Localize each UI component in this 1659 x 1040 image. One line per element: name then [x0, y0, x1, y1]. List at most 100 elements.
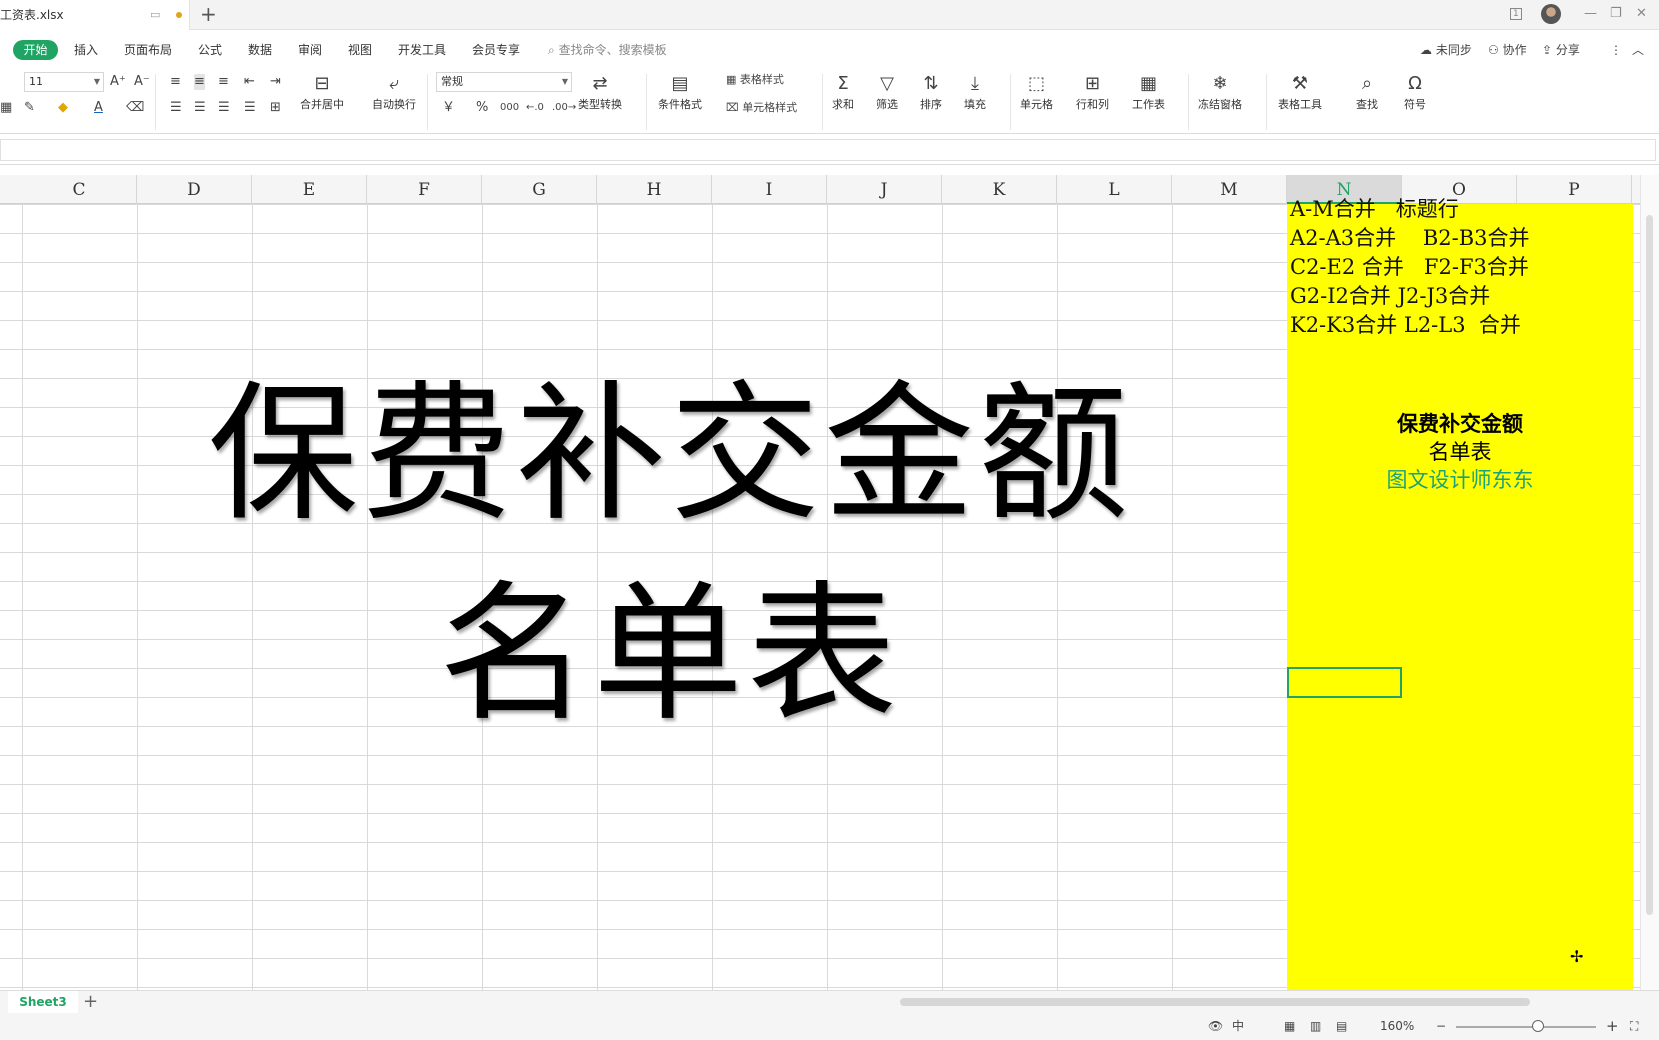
table-style-button[interactable]: ▦ 表格样式	[726, 72, 784, 88]
tab-screen-icon[interactable]: ▭	[150, 9, 160, 20]
tab-view[interactable]: 视图	[348, 41, 372, 59]
share-label: 分享	[1555, 43, 1580, 57]
more-icon[interactable]: ⋮	[1610, 41, 1622, 59]
eye-protection-icon[interactable]: 👁	[1208, 1018, 1223, 1034]
find-button[interactable]: ⌕ 查找	[1356, 74, 1378, 112]
tab-page-layout[interactable]: 页面布局	[124, 41, 172, 59]
merged-title-cell[interactable]: 保费补交金额 名单表	[180, 355, 1160, 755]
sync-button[interactable]: ☁ 未同步	[1420, 41, 1472, 59]
command-search[interactable]: ⌕ 查找命令、搜索模板	[548, 41, 667, 59]
freeze-button[interactable]: ❄ 冻结窗格	[1198, 74, 1242, 112]
status-bar: 👁 中 ▦ ▥ ▤ 160% − + ⛶	[0, 1013, 1659, 1040]
workspace-icon[interactable]: 1	[1510, 8, 1522, 20]
close-button[interactable]: ✕	[1636, 6, 1647, 22]
decrease-decimal-button[interactable]: .00→	[552, 100, 576, 116]
format-painter-icon[interactable]: ✎	[24, 100, 35, 116]
fill-color-icon[interactable]: ◆	[58, 100, 68, 116]
column-header-h[interactable]: H	[597, 175, 712, 204]
conditional-format-button[interactable]: ▤ 条件格式	[658, 74, 702, 112]
align-right-icon[interactable]: ☰	[218, 100, 230, 116]
align-middle-icon[interactable]: ≡	[194, 74, 205, 90]
font-color-icon[interactable]: A	[94, 100, 103, 116]
page-break-view-icon[interactable]: ▤	[1336, 1018, 1347, 1034]
column-header-m[interactable]: M	[1172, 175, 1287, 204]
page-layout-view-icon[interactable]: ▥	[1310, 1018, 1321, 1034]
tab-home[interactable]: 开始	[13, 40, 58, 60]
distribute-icon[interactable]: ⊞	[270, 100, 281, 116]
table-style-icon: ▦	[726, 73, 737, 86]
collapse-ribbon-icon[interactable]: ︿	[1632, 41, 1644, 59]
currency-button[interactable]: ￥	[442, 100, 455, 116]
tab-formulas[interactable]: 公式	[198, 41, 222, 59]
column-header-p[interactable]: P	[1517, 175, 1632, 204]
tab-review[interactable]: 审阅	[298, 41, 322, 59]
merge-center-button[interactable]: ⊟ 合并居中	[300, 74, 344, 112]
clear-format-icon[interactable]: ⌫	[126, 100, 144, 116]
column-header-c[interactable]: C	[22, 175, 137, 204]
tab-insert[interactable]: 插入	[74, 41, 98, 59]
zoom-out-button[interactable]: −	[1436, 1018, 1446, 1034]
horizontal-scrollbar[interactable]	[900, 998, 1530, 1006]
input-method-icon[interactable]: 中	[1232, 1018, 1244, 1034]
zoom-slider-thumb[interactable]	[1532, 1020, 1544, 1032]
column-header-l[interactable]: L	[1057, 175, 1172, 204]
document-tab[interactable]: 工资表.xlsx ▭	[0, 0, 190, 30]
symbol-button[interactable]: Ω 符号	[1404, 74, 1426, 112]
column-header-d[interactable]: D	[137, 175, 252, 204]
minimize-button[interactable]: —	[1584, 6, 1597, 22]
border-icon[interactable]: ▦	[0, 100, 12, 116]
increase-decimal-button[interactable]: ←.0	[526, 100, 544, 116]
tab-member[interactable]: 会员专享	[472, 41, 520, 59]
collab-button[interactable]: ⚇ 协作	[1488, 41, 1527, 59]
outdent-icon[interactable]: ⇤	[244, 74, 255, 90]
sheet-tab-active[interactable]: Sheet3	[8, 991, 78, 1014]
row-col-button[interactable]: ⊞ 行和列	[1076, 74, 1109, 112]
filter-button[interactable]: ▽ 筛选	[876, 74, 898, 112]
decrease-font-icon[interactable]: A⁻	[134, 74, 150, 90]
column-header-g[interactable]: G	[482, 175, 597, 204]
type-convert-button[interactable]: ⇄ 类型转换	[578, 74, 622, 112]
column-header-k[interactable]: K	[942, 175, 1057, 204]
percent-button[interactable]: %	[476, 100, 488, 116]
sum-button[interactable]: Σ 求和	[832, 74, 854, 112]
sort-button[interactable]: ⇅ 排序	[920, 74, 942, 112]
cell-style-button[interactable]: ⌧ 单元格样式	[726, 100, 797, 116]
zoom-slider[interactable]	[1456, 1026, 1596, 1028]
separator	[155, 74, 156, 130]
scroll-thumb[interactable]	[1646, 215, 1653, 915]
align-left-icon[interactable]: ☰	[170, 100, 182, 116]
table-tools-button[interactable]: ⚒ 表格工具	[1278, 74, 1322, 112]
indent-icon[interactable]: ⇥	[270, 74, 281, 90]
spreadsheet-grid[interactable]: CDEFGHIJKLMNOP 保费补交金额 名单表 A-M合并 标题行 A2-A…	[0, 175, 1640, 990]
column-header-f[interactable]: F	[367, 175, 482, 204]
zoom-in-button[interactable]: +	[1606, 1018, 1619, 1034]
tab-developer[interactable]: 开发工具	[398, 41, 446, 59]
avatar[interactable]	[1541, 4, 1561, 24]
column-header-j[interactable]: J	[827, 175, 942, 204]
vertical-scrollbar[interactable]	[1640, 175, 1659, 990]
share-button[interactable]: ⇪ 分享	[1542, 41, 1580, 59]
align-bottom-icon[interactable]: ≡	[218, 74, 229, 90]
number-format-select[interactable]: 常规 ▼	[436, 72, 572, 92]
worksheet-button[interactable]: ▦ 工作表	[1132, 74, 1165, 112]
formula-input[interactable]	[0, 139, 1656, 161]
fullscreen-icon[interactable]: ⛶	[1630, 1018, 1638, 1034]
column-header-i[interactable]: I	[712, 175, 827, 204]
wrap-text-button[interactable]: ⤶ 自动换行	[372, 74, 416, 112]
align-top-icon[interactable]: ≡	[170, 74, 181, 90]
restore-button[interactable]: ❐	[1610, 6, 1622, 22]
add-sheet-button[interactable]: +	[83, 991, 98, 1013]
zoom-level[interactable]: 160%	[1380, 1018, 1414, 1034]
cell-button[interactable]: ⬚ 单元格	[1020, 74, 1053, 112]
new-tab-button[interactable]: +	[200, 3, 217, 25]
increase-font-icon[interactable]: A⁺	[110, 74, 126, 90]
column-header-e[interactable]: E	[252, 175, 367, 204]
align-center-icon[interactable]: ☰	[194, 100, 206, 116]
tab-data[interactable]: 数据	[248, 41, 272, 59]
justify-icon[interactable]: ☰	[244, 100, 256, 116]
selected-cell[interactable]	[1287, 667, 1402, 698]
fill-button[interactable]: ⤓ 填充	[964, 74, 986, 112]
normal-view-icon[interactable]: ▦	[1284, 1018, 1295, 1034]
font-size-select[interactable]: 11 ▼	[24, 72, 104, 92]
thousands-button[interactable]: 000	[500, 100, 519, 116]
